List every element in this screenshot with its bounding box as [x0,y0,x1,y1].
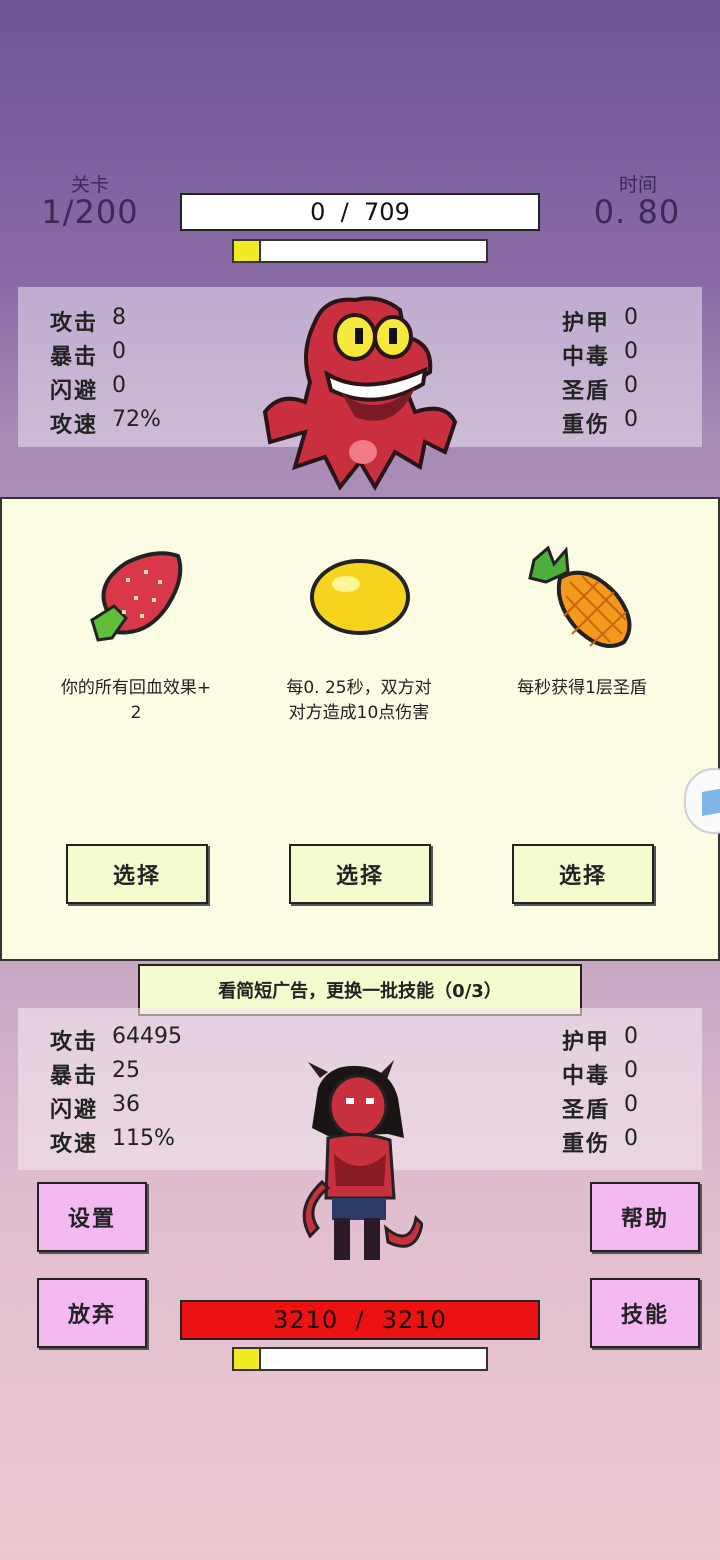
player-stat-row: 闪避 36 [50,1092,140,1124]
player-stat-row: 中毒 0 [562,1058,638,1090]
choose-button-2[interactable]: 选择 [289,844,431,904]
skills-button[interactable]: 技能 [590,1278,700,1348]
player-hp-text: 3210 / 3210 [273,1306,447,1334]
enemy-stat-value: 0 [624,407,639,432]
enemy-progress-fill [234,241,262,261]
player-stat-label: 中毒 [562,1064,611,1089]
enemy-stat-row: 暴击 0 [50,339,126,371]
enemy-stat-value: 0 [112,339,127,364]
player-stat-value: 115% [112,1126,175,1151]
player-stat-value: 0 [624,1058,639,1083]
player-stat-row: 暴击 25 [50,1058,140,1090]
enemy-stat-label: 攻速 [50,413,99,438]
strawberry-icon [90,551,183,642]
enemy-stat-value: 0 [624,373,639,398]
player-stat-label: 攻击 [50,1030,99,1055]
enemy-stat-row: 攻速 72% [50,407,161,439]
enemy-stat-label: 闪避 [50,379,99,404]
enemy-stat-row: 圣盾 0 [562,373,638,405]
player-sprite [302,1060,423,1260]
player-stat-row: 重伤 0 [562,1126,638,1158]
pineapple-icon [528,545,632,648]
player-stat-label: 圣盾 [562,1098,611,1123]
choose-button-1[interactable]: 选择 [66,844,208,904]
choice-description-2: 每0. 25秒，双方对 对方造成10点伤害 [259,676,459,726]
player-stat-value: 0 [624,1126,639,1151]
player-stat-row: 攻击 64495 [50,1024,182,1056]
player-stat-label: 暴击 [50,1064,99,1089]
enemy-stat-value: 0 [112,373,127,398]
player-stat-row: 圣盾 0 [562,1092,638,1124]
enemy-stat-row: 重伤 0 [562,407,638,439]
choice-description-line: 你的所有回血效果+ [60,678,212,698]
player-stat-value: 25 [112,1058,141,1083]
enemy-stat-row: 攻击 8 [50,305,126,337]
enemy-stat-label: 暴击 [50,345,99,370]
player-stat-label: 重伤 [562,1132,611,1157]
settings-button[interactable]: 设置 [37,1182,147,1252]
player-stat-label: 攻速 [50,1132,99,1157]
choice-description-line: 每秒获得1层圣盾 [517,678,647,698]
choose-button-3[interactable]: 选择 [512,844,654,904]
enemy-stat-label: 中毒 [562,345,611,370]
player-stat-row: 攻速 115% [50,1126,175,1158]
give-up-button[interactable]: 放弃 [37,1278,147,1348]
enemy-stat-row: 护甲 0 [562,305,638,337]
enemy-stat-label: 攻击 [50,311,99,336]
enemy-stat-value: 72% [112,407,161,432]
player-stat-value: 64495 [112,1024,183,1049]
player-hp-bar: 3210 / 3210 [180,1300,540,1340]
enemy-stat-row: 闪避 0 [50,373,126,405]
choice-description-line: 2 [130,703,142,723]
help-button[interactable]: 帮助 [590,1182,700,1252]
cube-icon [702,788,720,816]
time-value: 0. 80 [593,193,681,231]
player-progress-fill [234,1349,262,1369]
enemy-hp-bar: 0 / 709 [180,193,540,231]
choice-description-line: 每0. 25秒，双方对 [286,678,432,698]
enemy-stat-row: 中毒 0 [562,339,638,371]
player-stat-value: 0 [624,1092,639,1117]
enemy-sprite [262,296,458,491]
lemon-icon [310,559,410,635]
enemy-stat-value: 0 [624,305,639,330]
player-stat-label: 护甲 [562,1030,611,1055]
enemy-progress-bar [232,239,488,263]
player-stat-row: 护甲 0 [562,1024,638,1056]
player-stat-value: 36 [112,1092,141,1117]
enemy-stat-label: 圣盾 [562,379,611,404]
player-progress-bar [232,1347,488,1371]
enemy-stat-label: 护甲 [562,311,611,336]
player-stat-value: 0 [624,1024,639,1049]
choice-description-1: 你的所有回血效果+ 2 [36,676,236,726]
choice-description-line: 对方造成10点伤害 [288,703,430,723]
choice-description-3: 每秒获得1层圣盾 [482,676,682,701]
enemy-stat-value: 0 [624,339,639,364]
enemy-hp-text: 0 / 709 [310,198,410,226]
enemy-stat-value: 8 [112,305,127,330]
player-stat-label: 闪避 [50,1098,99,1123]
level-value: 1/200 [41,193,139,231]
enemy-stat-label: 重伤 [562,413,611,438]
